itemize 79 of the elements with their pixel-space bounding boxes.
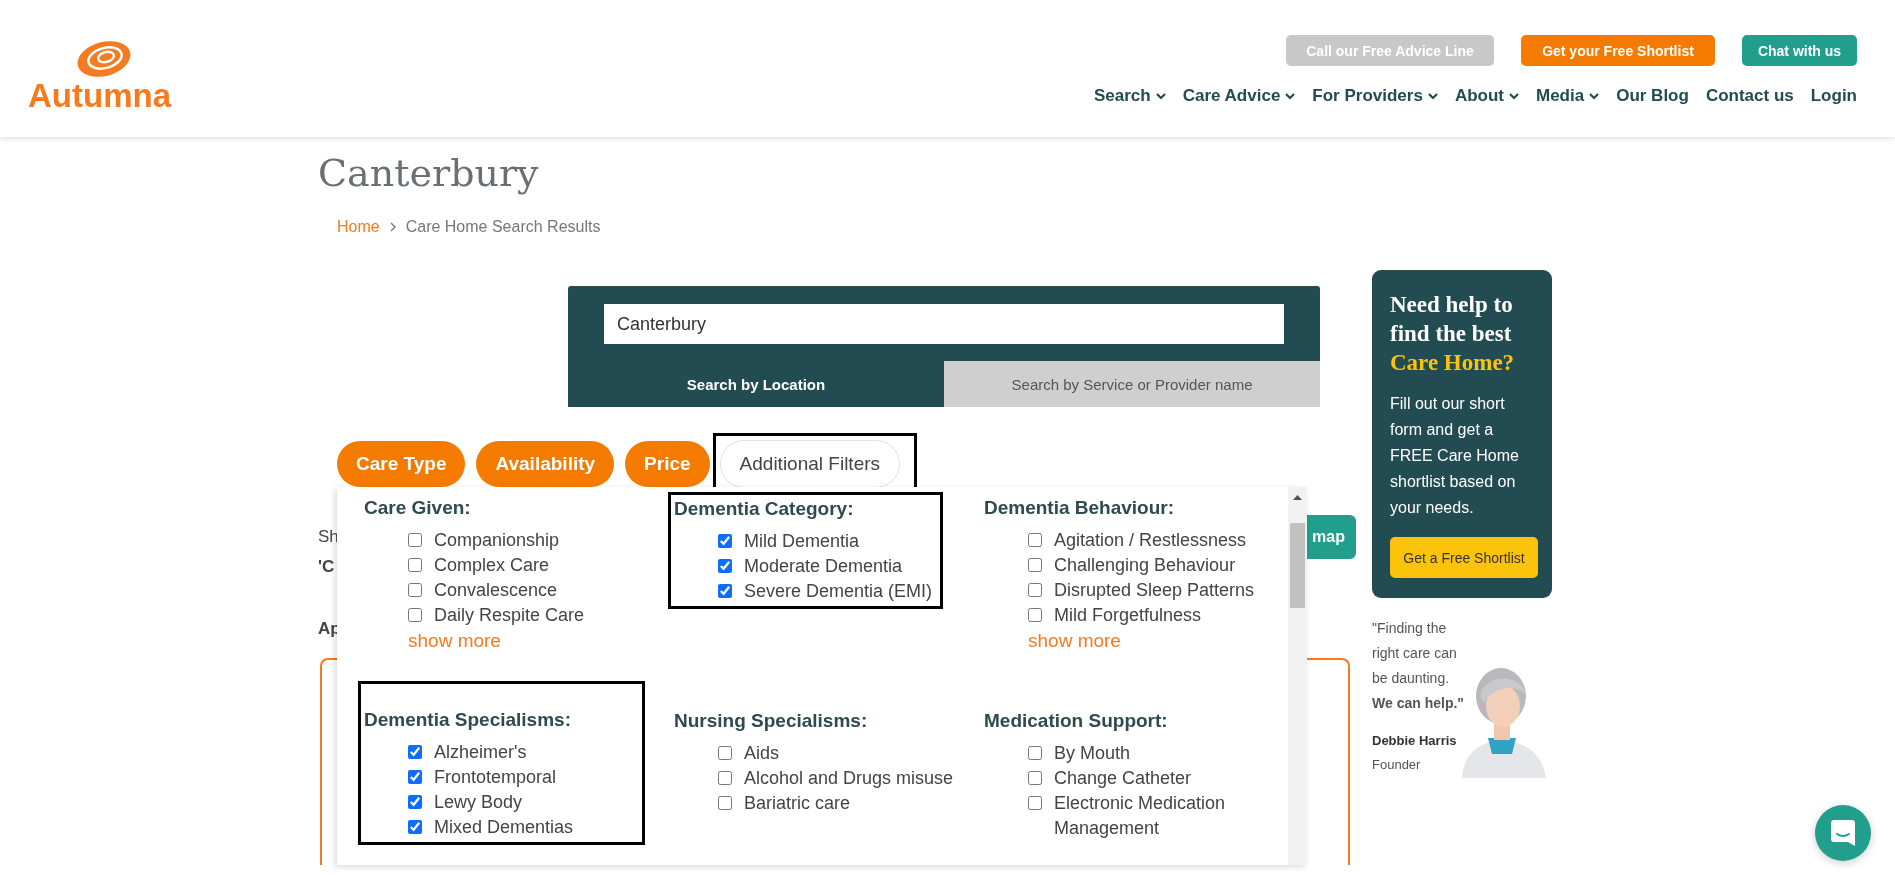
option-label[interactable]: Frontotemporal [434, 765, 557, 790]
results-text: 'C [318, 556, 335, 578]
checkbox[interactable] [718, 584, 732, 598]
checkbox[interactable] [408, 558, 422, 572]
nav-link[interactable]: About [1454, 86, 1519, 106]
option-label[interactable]: Mild Forgetfulness [1054, 603, 1202, 628]
scroll-thumb[interactable] [1290, 523, 1305, 608]
filter-tab[interactable]: Additional Filters [720, 440, 900, 487]
nav-link[interactable]: Care Advice [1182, 86, 1296, 106]
nav-link[interactable]: Login [1810, 86, 1857, 106]
nav-link[interactable]: Search [1094, 86, 1166, 106]
checkbox[interactable] [718, 534, 732, 548]
section-title: Dementia Behaviour: [984, 496, 1176, 520]
checkbox[interactable] [408, 533, 422, 547]
checkbox[interactable] [408, 795, 422, 809]
option-label[interactable]: Mild Dementia [744, 529, 860, 554]
checkbox[interactable] [1028, 533, 1042, 547]
chevron-down-icon [1155, 92, 1166, 100]
chevron-right-icon [389, 222, 396, 232]
location-input[interactable]: Canterbury [604, 304, 1284, 344]
section-title: Care Given: [364, 496, 472, 520]
chevron-down-icon [1427, 92, 1438, 100]
chat-icon [1830, 819, 1856, 847]
option-label[interactable]: Challenging Behaviour [1054, 553, 1236, 578]
checkbox[interactable] [1028, 608, 1042, 622]
option-label[interactable]: Mixed Dementias [434, 815, 574, 840]
checkbox[interactable] [1028, 746, 1042, 760]
scroll-up-icon[interactable] [1293, 495, 1302, 500]
breadcrumb-current: Care Home Search Results [405, 218, 601, 236]
scrollbar[interactable] [1288, 487, 1307, 865]
option-label[interactable]: Alcohol and Drugs misuse [744, 766, 954, 791]
page-title: Canterbury [318, 150, 540, 196]
checkbox[interactable] [718, 796, 732, 810]
checkbox[interactable] [408, 583, 422, 597]
nav-link[interactable]: Media [1536, 86, 1600, 106]
chevron-down-icon [1509, 92, 1519, 100]
search-tab[interactable]: Search by Service or Provider name [944, 361, 1320, 407]
nav-link[interactable]: For Providers [1312, 86, 1438, 106]
option-label[interactable]: By Mouth [1054, 741, 1131, 766]
checkbox[interactable] [718, 771, 732, 785]
option-label[interactable]: Bariatric care [744, 791, 851, 816]
checkbox[interactable] [408, 820, 422, 834]
shortlist-button[interactable]: Get a Free Shortlist [1390, 537, 1538, 578]
option-label[interactable]: Alzheimer's [434, 740, 527, 765]
chevron-down-icon [1589, 92, 1600, 100]
option-label[interactable]: Agitation / Restlessness [1054, 528, 1247, 553]
option-label[interactable]: Electronic Medication Management [1054, 791, 1269, 841]
chat-launcher-button[interactable] [1815, 805, 1871, 861]
section-title: Dementia Specialisms: [364, 708, 572, 732]
option-label[interactable]: Aids [744, 741, 779, 766]
option-label[interactable]: Moderate Dementia [744, 554, 903, 579]
checkbox[interactable] [1028, 771, 1042, 785]
section-title: Dementia Category: [674, 497, 855, 521]
author-role: Founder [1372, 756, 1422, 774]
option-label[interactable]: Complex Care [434, 553, 550, 578]
checkbox[interactable] [718, 746, 732, 760]
checkbox[interactable] [1028, 796, 1042, 810]
checkbox[interactable] [718, 559, 732, 573]
quote-text: "Finding the right care can be daunting. We can help." [1372, 619, 1465, 713]
checkbox[interactable] [408, 745, 422, 759]
section-title: Nursing Specialisms: [674, 709, 869, 733]
help-text: Fill out our short form and get a FREE Care Home shortlist based on your needs. [1390, 394, 1520, 518]
option-label[interactable]: Change Catheter [1054, 766, 1192, 791]
option-label[interactable]: Companionship [434, 528, 560, 553]
option-label[interactable]: Disrupted Sleep Patterns [1054, 578, 1255, 603]
chevron-down-icon [1285, 92, 1296, 100]
help-heading: Need help to find the best Care Home? [1390, 291, 1516, 377]
nav-link[interactable]: Our Blog [1616, 86, 1689, 106]
option-label[interactable]: Lewy Body [434, 790, 523, 815]
checkbox[interactable] [1028, 583, 1042, 597]
checkbox[interactable] [408, 608, 422, 622]
option-label[interactable]: Daily Respite Care [434, 603, 585, 628]
nav-link[interactable]: Contact us [1705, 86, 1794, 106]
checkbox[interactable] [408, 770, 422, 784]
option-label[interactable]: Convalescence [434, 578, 558, 603]
quote-author: Debbie Harris [1372, 732, 1458, 750]
option-label[interactable]: Severe Dementia (EMI) [744, 579, 933, 604]
section-title: Medication Support: [984, 709, 1169, 733]
checkbox[interactable] [1028, 558, 1042, 572]
